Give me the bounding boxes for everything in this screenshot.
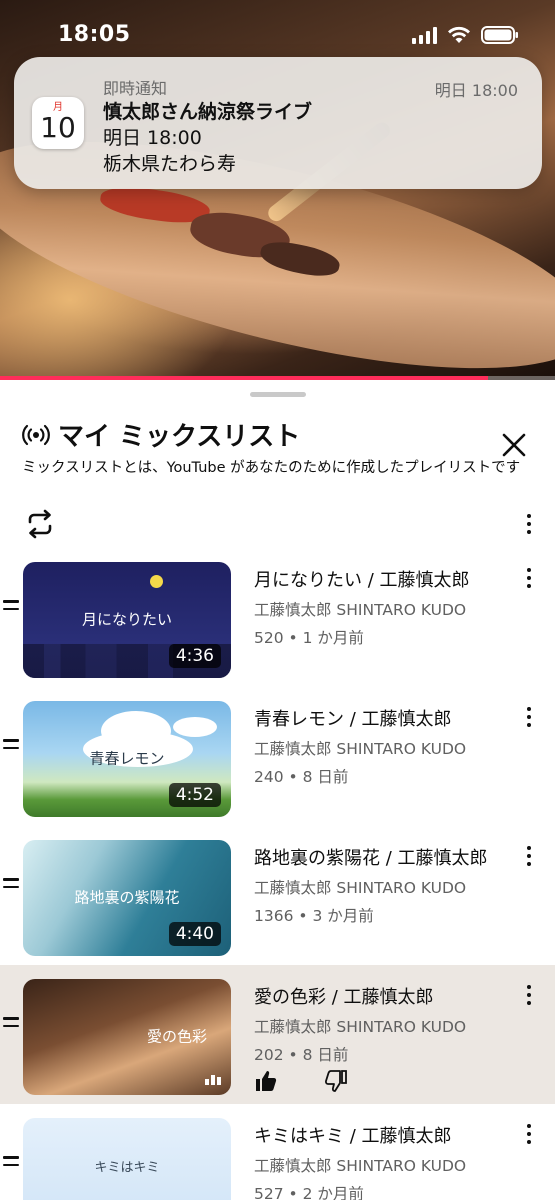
thumb-down-icon[interactable] xyxy=(324,1069,348,1093)
drag-handle-icon[interactable] xyxy=(3,739,19,751)
video-meta: 202 • 8 日前 xyxy=(254,1046,349,1064)
video-thumbnail[interactable]: 路地裏の紫陽花 4:40 xyxy=(23,840,231,956)
video-title[interactable]: 路地裏の紫陽花 / 工藤慎太郎 xyxy=(254,844,488,870)
notification-line: 明日 18:00 xyxy=(103,127,202,149)
notification-app-name: 即時通知 xyxy=(103,79,168,98)
battery-icon xyxy=(481,26,518,44)
wifi-icon xyxy=(448,26,470,43)
drag-handle-icon[interactable] xyxy=(3,1017,19,1029)
video-title[interactable]: 愛の色彩 / 工藤慎太郎 xyxy=(254,983,434,1009)
more-vert-icon[interactable] xyxy=(519,1122,539,1146)
channel-name: 工藤慎太郎 SHINTARO KUDO xyxy=(254,1018,467,1036)
playlist-item[interactable]: キミはキミ キミはキミ / 工藤慎太郎 工藤慎太郎 SHINTARO KUDO … xyxy=(0,1104,555,1200)
video-thumbnail[interactable]: 月になりたい 4:36 xyxy=(23,562,231,678)
video-duration: 4:40 xyxy=(168,922,221,946)
video-thumbnail[interactable]: 青春レモン 4:52 xyxy=(23,701,231,817)
more-vert-icon[interactable] xyxy=(519,983,539,1007)
rating-buttons xyxy=(254,1069,348,1093)
more-vert-icon[interactable] xyxy=(519,705,539,729)
channel-name: 工藤慎太郎 SHINTARO KUDO xyxy=(254,1157,467,1175)
thumbnail-text: 青春レモン xyxy=(89,749,165,768)
video-duration: 4:36 xyxy=(168,644,221,668)
loop-icon[interactable] xyxy=(24,508,56,540)
playlist-item[interactable]: 青春レモン 4:52 青春レモン / 工藤慎太郎 工藤慎太郎 SHINTARO … xyxy=(0,687,555,826)
thumbnail-text: 月になりたい xyxy=(81,610,172,629)
thumbnail-cloud xyxy=(173,717,217,737)
sheet-header: マイ ミックスリスト xyxy=(22,416,300,453)
notification-line: 栃木県たわら寿 xyxy=(103,153,237,175)
status-time: 18:05 xyxy=(58,22,131,47)
video-thumbnail[interactable]: キミはキミ xyxy=(23,1118,231,1200)
more-vert-icon[interactable] xyxy=(519,566,539,590)
drag-handle-icon[interactable] xyxy=(3,600,19,612)
channel-name: 工藤慎太郎 SHINTARO KUDO xyxy=(254,879,467,897)
playlist-item-now-playing[interactable]: 愛の色彩 愛の色彩 / 工藤慎太郎 工藤慎太郎 SHINTARO KUDO 20… xyxy=(0,965,555,1104)
channel-name: 工藤慎太郎 SHINTARO KUDO xyxy=(254,740,467,758)
now-playing-icon xyxy=(205,1075,221,1085)
drag-handle-icon[interactable] xyxy=(3,878,19,890)
video-meta: 1366 • 3 か月前 xyxy=(254,907,374,925)
status-icons xyxy=(412,26,519,44)
notification-banner[interactable]: 月 10 即時通知 明日 18:00 慎太郎さん納涼祭ライブ 明日 18:00 … xyxy=(14,57,542,189)
cellular-signal-icon xyxy=(412,26,437,44)
video-duration: 4:52 xyxy=(168,783,221,807)
video-title[interactable]: 月になりたい / 工藤慎太郎 xyxy=(254,566,470,592)
thumbnail-text: 路地裏の紫陽花 xyxy=(74,888,180,907)
playlist-more-icon[interactable] xyxy=(519,512,539,536)
broadcast-icon xyxy=(22,424,50,445)
playlist-item[interactable]: 路地裏の紫陽花 4:40 路地裏の紫陽花 / 工藤慎太郎 工藤慎太郎 SHINT… xyxy=(0,826,555,965)
calendar-day: 10 xyxy=(40,111,76,144)
video-title[interactable]: キミはキミ / 工藤慎太郎 xyxy=(254,1122,452,1148)
notification-title: 慎太郎さん納涼祭ライブ xyxy=(103,101,313,123)
sheet-title: マイ ミックスリスト xyxy=(58,422,301,452)
notification-time: 明日 18:00 xyxy=(434,81,518,100)
video-meta: 520 • 1 か月前 xyxy=(254,629,364,647)
channel-name: 工藤慎太郎 SHINTARO KUDO xyxy=(254,601,467,619)
sheet-drag-handle[interactable] xyxy=(250,392,306,397)
thumb-up-icon[interactable] xyxy=(254,1069,278,1093)
drag-handle-icon[interactable] xyxy=(3,1156,19,1168)
video-thumbnail[interactable]: 愛の色彩 xyxy=(23,979,231,1095)
thumbnail-text: 愛の色彩 xyxy=(146,1027,207,1046)
video-title[interactable]: 青春レモン / 工藤慎太郎 xyxy=(254,705,452,731)
thumbnail-moon xyxy=(150,575,163,588)
video-meta: 240 • 8 日前 xyxy=(254,768,349,786)
calendar-app-icon: 月 10 xyxy=(32,97,84,149)
video-meta: 527 • 2 か月前 xyxy=(254,1185,364,1200)
more-vert-icon[interactable] xyxy=(519,844,539,868)
thumbnail-text: キミはキミ xyxy=(94,1160,160,1176)
mix-playlist-sheet: マイ ミックスリスト ミックスリストとは、YouTube があなたのために作成し… xyxy=(0,380,555,1200)
sheet-description: ミックスリストとは、YouTube があなたのために作成したプレイリストです xyxy=(22,460,521,476)
close-icon[interactable] xyxy=(501,432,527,458)
playlist-item[interactable]: 月になりたい 4:36 月になりたい / 工藤慎太郎 工藤慎太郎 SHINTAR… xyxy=(0,548,555,687)
